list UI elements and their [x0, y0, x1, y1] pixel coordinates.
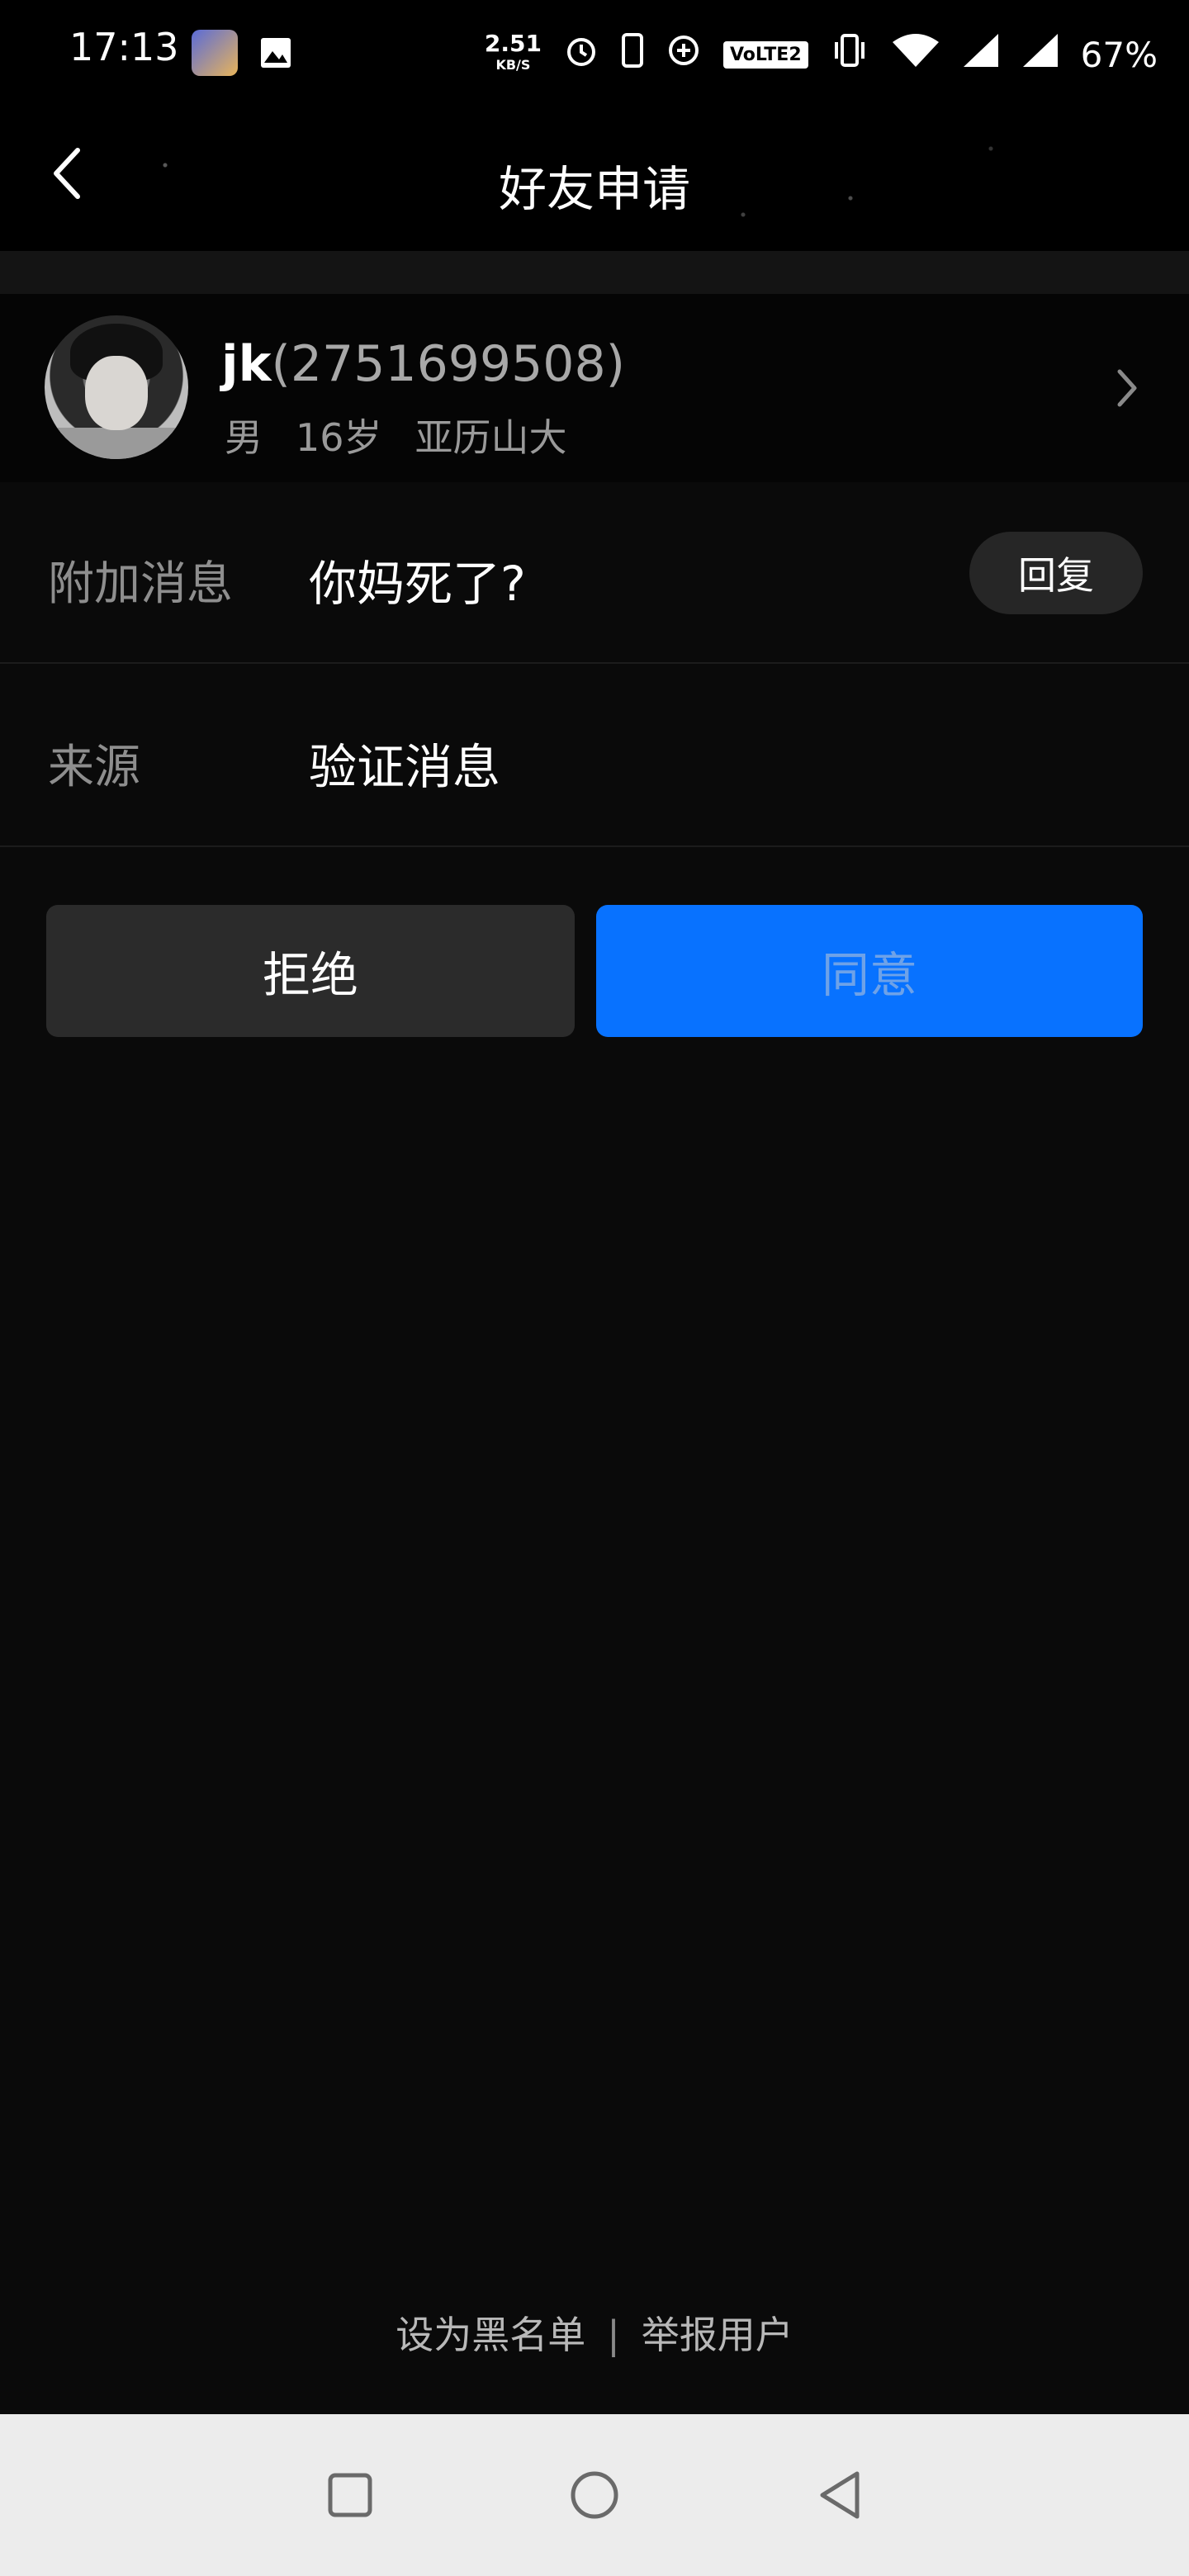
report-user-link[interactable]: 举报用户 [642, 2313, 793, 2357]
requester-info: 男 16岁 亚历山大 [225, 408, 567, 462]
nav-bar: 好友申请 [0, 99, 1189, 251]
status-icons: 2.51 KB/S VoLTE2 67% [485, 21, 1158, 88]
app-notification-icon [192, 30, 238, 76]
footer-links: 设为黑名单 | 举报用户 [0, 2305, 1189, 2360]
footer-separator: | [607, 2313, 620, 2357]
volte-badge: VoLTE2 [722, 40, 808, 69]
alarm-icon [563, 32, 599, 77]
net-speed: 2.51 KB/S [484, 30, 542, 73]
location: 亚历山大 [414, 415, 567, 460]
phone-icon [621, 32, 644, 77]
attached-message-text: 你妈死了? [309, 556, 526, 612]
data-saver-icon [666, 32, 702, 77]
gallery-notification-icon [259, 36, 292, 69]
reject-button[interactable]: 拒绝 [46, 905, 575, 1037]
reply-button[interactable]: 回复 [969, 532, 1143, 614]
source-label: 来源 [48, 741, 140, 794]
attached-message-label: 附加消息 [48, 557, 233, 611]
accept-button[interactable]: 同意 [596, 905, 1143, 1037]
square-icon [328, 2473, 372, 2517]
qq-number: (2751699508) [271, 335, 626, 393]
blacklist-link[interactable]: 设为黑名单 [396, 2313, 585, 2357]
source-row: 来源 验证消息 [0, 665, 1189, 847]
recents-button[interactable] [319, 2464, 381, 2526]
system-navigation-bar [0, 2414, 1189, 2576]
source-value: 验证消息 [309, 739, 501, 795]
chevron-right-icon [1115, 368, 1139, 411]
page-title: 好友申请 [498, 161, 690, 217]
requester-profile[interactable]: jk(2751699508) 男 16岁 亚历山大 [0, 294, 1189, 482]
requester-name: jk(2751699508) [221, 335, 625, 393]
signal-icon-2 [1021, 32, 1059, 77]
section-divider [0, 251, 1189, 294]
nickname: jk [221, 335, 272, 393]
age: 16岁 [296, 415, 382, 460]
signal-icon-1 [962, 32, 1000, 77]
status-time: 17:13 [69, 25, 179, 69]
vibrate-icon [830, 32, 869, 77]
status-bar: 17:13 2.51 KB/S VoLTE2 67% [0, 0, 1189, 99]
gender: 男 [225, 415, 263, 460]
wifi-icon [891, 32, 940, 77]
attached-message-row: 附加消息 你妈死了? 回复 [0, 482, 1189, 664]
avatar[interactable] [45, 315, 188, 459]
system-back-button[interactable] [809, 2464, 872, 2526]
circle-icon [571, 2471, 618, 2519]
battery-level: 67% [1080, 34, 1158, 75]
triangle-back-icon [820, 2471, 860, 2519]
home-button[interactable] [563, 2464, 626, 2526]
